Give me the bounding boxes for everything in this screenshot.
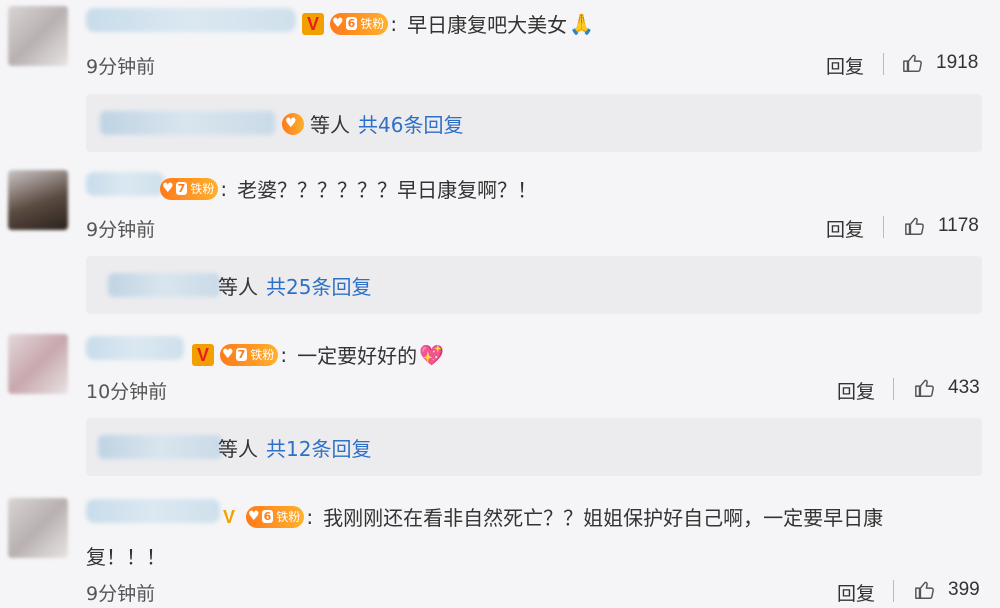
thumbs-up-icon[interactable] <box>914 579 936 601</box>
comment-line: V ♥ 6 铁粉 : 早日康复吧大美女 🙏 <box>302 9 594 38</box>
username-blurred[interactable] <box>86 172 164 196</box>
heart-emoji-icon: 💖 <box>419 342 444 367</box>
comment-text: 早日康复吧大美女 <box>407 13 568 37</box>
username-blurred[interactable] <box>86 499 220 523</box>
like-count: 433 <box>948 377 980 398</box>
sub-replies-summary: ♥ 等人 共46条回复 <box>282 109 463 138</box>
divider <box>893 378 894 400</box>
verified-v-icon: V <box>302 12 324 35</box>
like-count: 1918 <box>936 52 979 73</box>
thumbs-up-icon[interactable] <box>914 377 936 399</box>
comment-text: 一定要好好的 <box>297 344 418 368</box>
divider <box>893 580 894 602</box>
sub-replies-summary: 等人 共12条回复 <box>218 433 371 462</box>
comment-line: V ♥ 7 铁粉 : 一定要好好的 💖 <box>192 340 444 369</box>
fan-badge-icon: ♥ 7 铁粉 <box>160 177 219 200</box>
reply-button[interactable]: 回复 <box>826 215 864 242</box>
avatar[interactable] <box>8 498 68 558</box>
colon: : <box>280 342 288 367</box>
comment-time: 9分钟前 <box>86 56 156 78</box>
sub-suffix: 等人 <box>218 275 258 299</box>
username-blurred[interactable] <box>86 8 296 32</box>
comment-text: 老婆？？？？？？早日康复啊？！ <box>237 178 538 202</box>
thumbs-up-icon[interactable] <box>904 215 926 237</box>
comment-time: 9分钟前 <box>86 219 156 241</box>
sub-replies-box[interactable]: 等人 共25条回复 <box>86 256 982 314</box>
like-count: 1178 <box>938 215 979 236</box>
divider <box>883 53 884 75</box>
reply-button[interactable]: 回复 <box>837 579 875 606</box>
comment-text-continued: 复！！！ <box>86 545 166 569</box>
divider <box>883 216 884 238</box>
fan-badge-icon: ♥ 7 铁粉 <box>220 343 279 366</box>
username-blurred[interactable] <box>86 336 184 360</box>
colon: : <box>390 11 398 36</box>
colon: : <box>220 176 228 201</box>
comment-line: ♥ 7 铁粉 : 老婆？？？？？？早日康复啊？！ <box>160 174 537 203</box>
fan-badge-icon: ♥ 6 铁粉 <box>246 505 305 528</box>
avatar[interactable] <box>8 6 68 66</box>
view-replies-link[interactable]: 共12条回复 <box>266 437 371 461</box>
colon: : <box>306 504 314 529</box>
verified-v-icon: V <box>192 343 214 366</box>
view-replies-link[interactable]: 共25条回复 <box>266 275 371 299</box>
comment-time: 10分钟前 <box>86 381 168 403</box>
pray-emoji-icon: 🙏 <box>569 11 594 36</box>
like-count: 399 <box>948 579 980 600</box>
sub-suffix: 等人 <box>218 437 258 461</box>
comment-line: V ♥ 6 铁粉 : 我刚刚还在看非自然死亡？？姐姐保护好自己啊，一定要早日康 <box>218 502 883 531</box>
sub-replies-summary: 等人 共25条回复 <box>218 271 371 300</box>
sub-user-blurred <box>100 111 275 135</box>
comment-time: 9分钟前 <box>86 583 156 605</box>
sub-user-blurred <box>98 435 222 459</box>
reply-button[interactable]: 回复 <box>837 377 875 404</box>
sub-suffix: 等人 <box>310 113 350 137</box>
thumbs-up-icon[interactable] <box>902 52 924 74</box>
comment-text: 我刚刚还在看非自然死亡？？姐姐保护好自己啊，一定要早日康 <box>323 506 884 530</box>
fan-badge-icon: ♥ 6 铁粉 <box>330 12 389 35</box>
avatar[interactable] <box>8 334 68 394</box>
avatar[interactable] <box>8 170 68 230</box>
sub-replies-box[interactable]: ♥ 等人 共46条回复 <box>86 94 982 152</box>
reply-button[interactable]: 回复 <box>826 52 864 79</box>
sub-replies-box[interactable]: 等人 共12条回复 <box>86 418 982 476</box>
sub-user-blurred <box>108 273 220 297</box>
fan-badge-icon: ♥ <box>282 112 304 135</box>
view-replies-link[interactable]: 共46条回复 <box>358 109 463 138</box>
verified-v-icon: V <box>222 506 235 527</box>
